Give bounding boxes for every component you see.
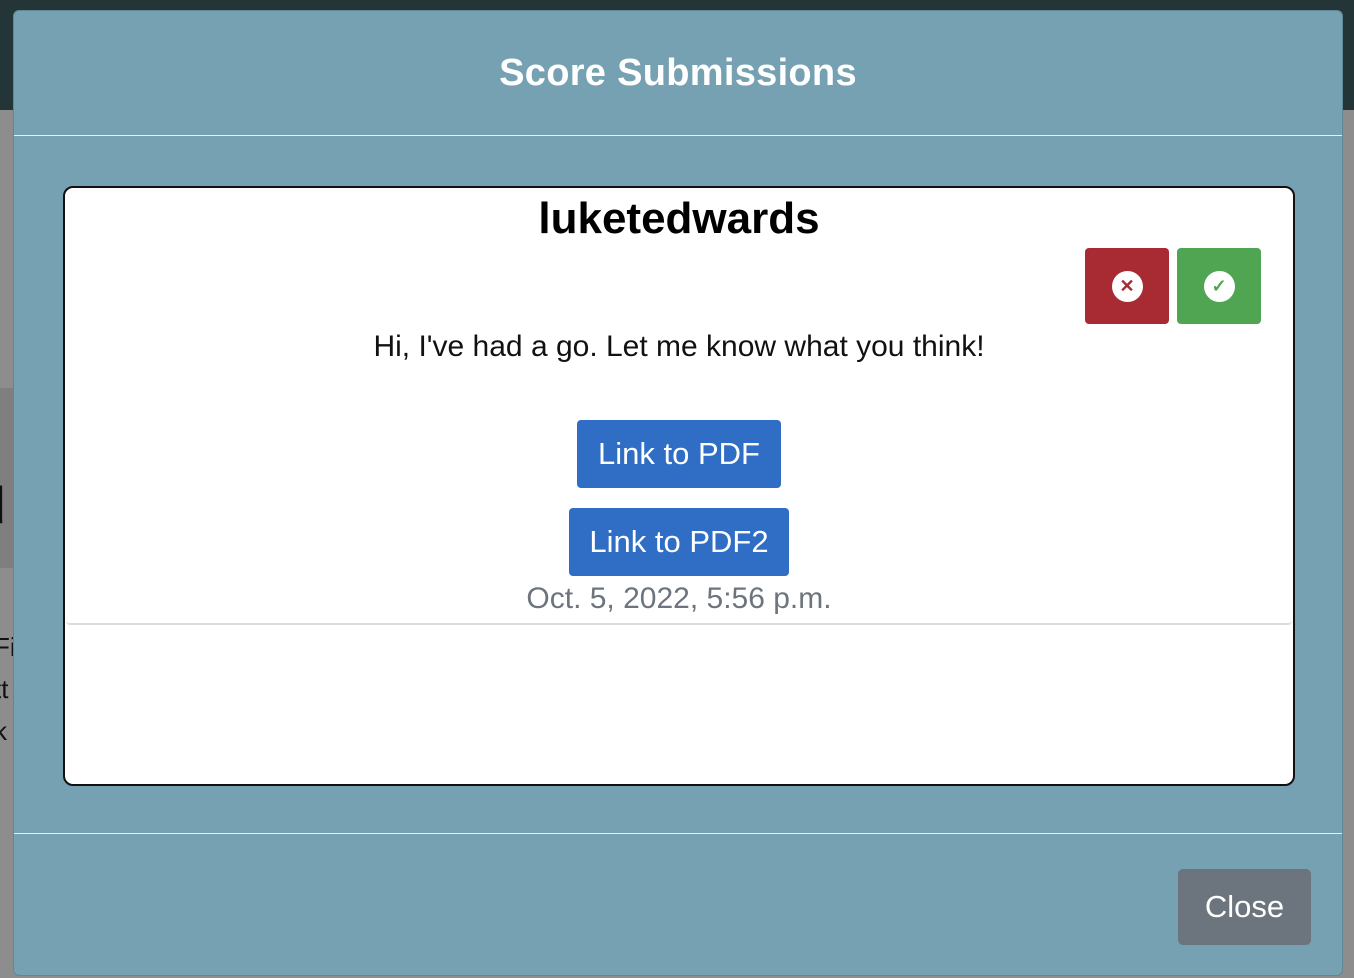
modal-header: Score Submissions	[14, 11, 1342, 136]
accept-button[interactable]: ✓	[1177, 248, 1261, 324]
x-circle-icon: ✕	[1111, 270, 1143, 302]
check-circle-icon: ✓	[1203, 270, 1235, 302]
modal-footer: Close	[14, 833, 1342, 977]
submission-card-body: luketedwards ✕ ✓ Hi, I've had a go. Let …	[66, 188, 1292, 625]
submission-message: Hi, I've had a go. Let me know what you …	[373, 330, 985, 363]
pdf2-link-button[interactable]: Link to PDF2	[569, 508, 789, 576]
score-submissions-modal: Score Submissions luketedwards ✕ ✓ Hi, I…	[13, 10, 1343, 976]
background-text-line: tt	[0, 674, 9, 704]
reject-button[interactable]: ✕	[1085, 248, 1169, 324]
background-heading: d	[0, 476, 6, 536]
close-button[interactable]: Close	[1178, 869, 1311, 945]
submission-username: luketedwards	[538, 194, 820, 243]
modal-title: Score Submissions	[499, 51, 857, 94]
submission-card: luketedwards ✕ ✓ Hi, I've had a go. Let …	[63, 186, 1295, 786]
pdf-link-button[interactable]: Link to PDF	[577, 420, 781, 488]
background-text-line: k	[0, 716, 7, 746]
submission-timestamp: Oct. 5, 2022, 5:56 p.m.	[526, 582, 832, 615]
